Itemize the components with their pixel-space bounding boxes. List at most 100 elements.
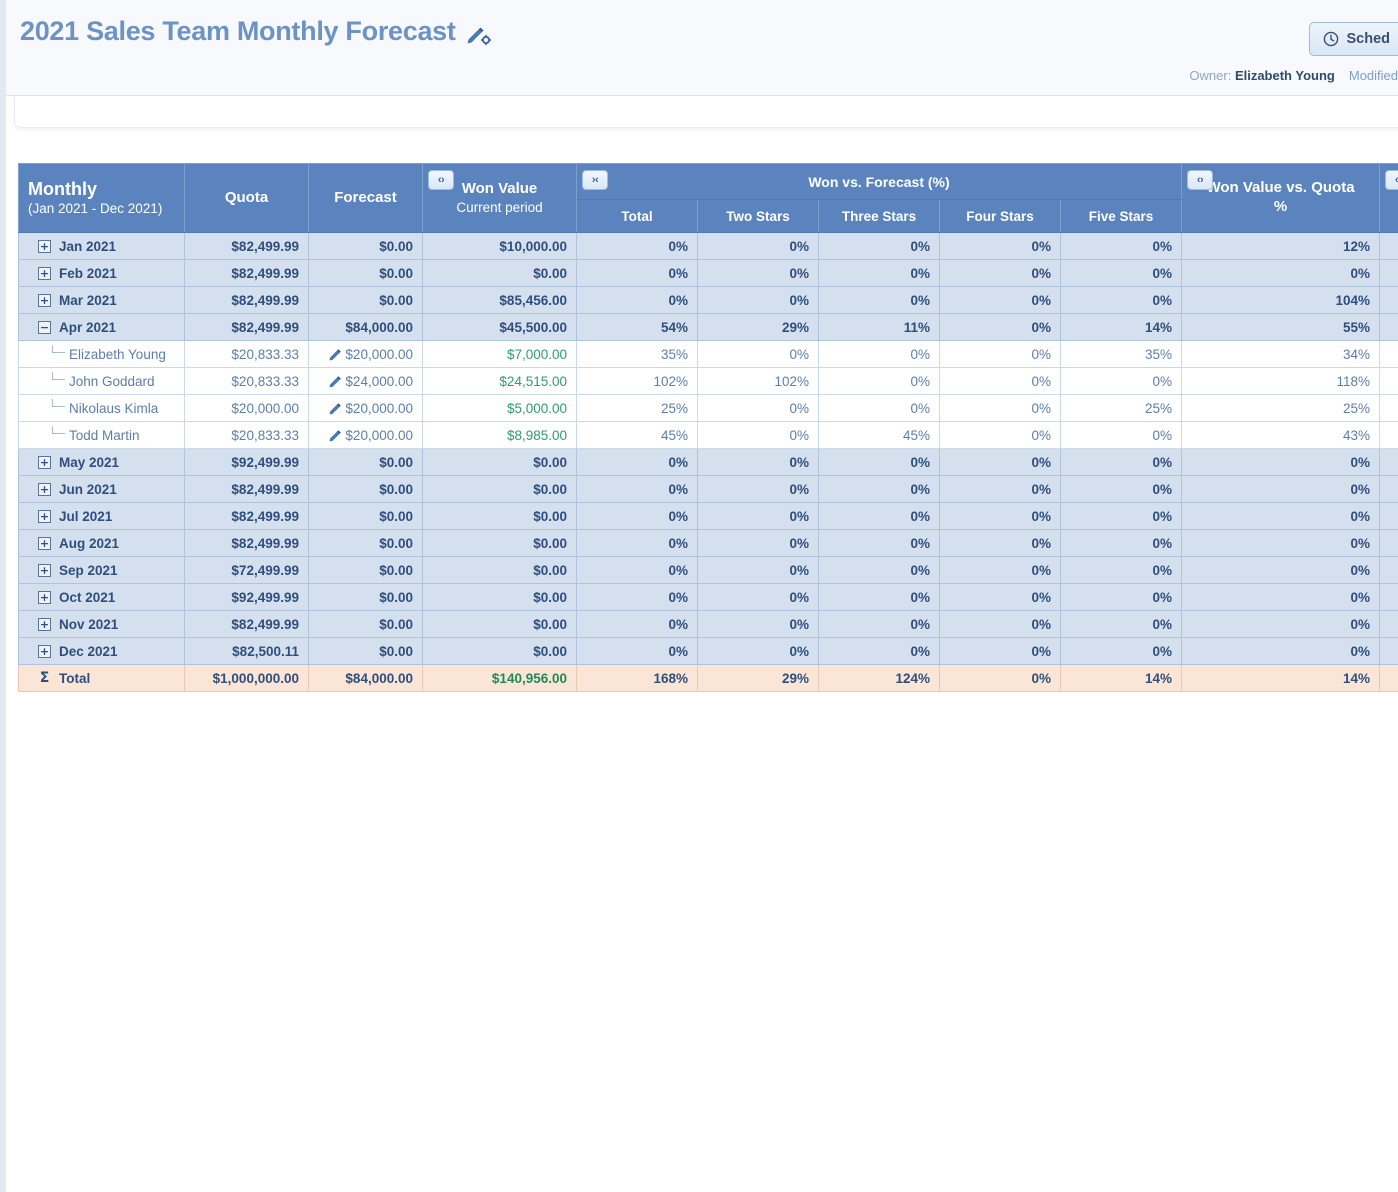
table-row-month[interactable]: −Apr 2021$82,499.99$84,000.00$45,500.005… [19,314,1398,341]
cell-wvf-three-stars: 0% [819,233,940,260]
pencil-icon[interactable] [329,429,342,442]
total-row[interactable]: ΣTotal$1,000,000.00$84,000.00$140,956.00… [19,665,1398,692]
cell-wvf-three-stars: 0% [819,395,940,422]
expand-chip-won-vs-quota[interactable]: ‹› [1187,170,1213,190]
cell-wvf-two-stars: 0% [698,611,819,638]
table-row-child[interactable]: └─Elizabeth Young$20,833.33$20,000.00$7,… [19,341,1398,368]
cell-wvf-five-stars: 0% [1061,476,1182,503]
table-row-month[interactable]: +Sep 2021$72,499.99$0.00$0.000%0%0%0%0%0… [19,557,1398,584]
cell-forecast-value: $0.00 [379,239,413,254]
cell-row-label[interactable]: + Oct 2021 [19,584,185,611]
cell-row-label[interactable]: +Dec 2021 [19,638,185,665]
cell-forecast[interactable]: $0.00 [309,260,423,287]
cell-row-label[interactable]: +May 2021 [19,449,185,476]
schedule-button[interactable]: Sched [1309,22,1398,56]
cell-wvf-three-stars: 0% [819,368,940,395]
expand-chip-open-value[interactable]: ‹› [1385,170,1398,190]
table-row-month[interactable]: +May 2021$92,499.99$0.00$0.000%0%0%0%0%0… [19,449,1398,476]
expand-icon[interactable]: + [38,510,51,523]
pencil-icon[interactable] [329,375,342,388]
modified-label: Modified [1349,68,1398,83]
table-row-child[interactable]: └─John Goddard$20,833.33$24,000.00$24,51… [19,368,1398,395]
cell-row-label[interactable]: +Jul 2021 [19,503,185,530]
cell-forecast[interactable]: $20,000.00 [309,341,423,368]
cell-open-value: $289,336.3 [1380,665,1398,692]
cell-open-value: $0.0 [1380,530,1398,557]
cell-row-label[interactable]: +Sep 2021 [19,557,185,584]
expand-icon[interactable]: + [38,618,51,631]
cell-forecast[interactable]: $84,000.00 [309,665,423,692]
pencil-icon[interactable] [329,402,342,415]
expand-icon[interactable]: + [38,537,51,550]
cell-forecast[interactable]: $0.00 [309,503,423,530]
cell-row-label[interactable]: +Aug 2021 [19,530,185,557]
expand-icon[interactable]: + [38,591,51,604]
cell-wvf-two-stars: 102% [698,368,819,395]
collapse-chip-won-vs-forecast[interactable]: ›‹ [582,170,608,190]
row-label-text: Oct 2021 [59,590,115,605]
table-row-month[interactable]: +Jun 2021$82,499.99$0.00$0.000%0%0%0%0%0… [19,476,1398,503]
cell-wvf-five-stars: 35% [1061,341,1182,368]
table-row-month[interactable]: +Feb 2021$82,499.99$0.00$0.000%0%0%0%0%0… [19,260,1398,287]
cell-forecast[interactable]: $0.00 [309,530,423,557]
cell-wvf-three-stars: 0% [819,611,940,638]
grid-header-row-top: Monthly (Jan 2021 - Dec 2021) Quota Fore… [19,164,1398,200]
cell-row-label[interactable]: −Apr 2021 [19,314,185,341]
cell-wvf-three-stars: 124% [819,665,940,692]
table-row-month[interactable]: +Jan 2021$82,499.99$0.00$10,000.000%0%0%… [19,233,1398,260]
expand-icon[interactable]: + [38,267,51,280]
table-row-child[interactable]: └─Nikolaus Kimla$20,000.00$20,000.00$5,0… [19,395,1398,422]
cell-wvf-total: 102% [577,368,698,395]
cell-forecast[interactable]: $0.00 [309,476,423,503]
pencil-icon[interactable] [329,348,342,361]
cell-forecast-value: $20,000.00 [345,401,413,416]
cell-open-value: $32,895.0 [1380,341,1398,368]
expand-chip-won-value[interactable]: ‹› [428,170,454,190]
cell-forecast[interactable]: $0.00 [309,449,423,476]
cell-row-label[interactable]: +Jun 2021 [19,476,185,503]
row-label-text: John Goddard [69,374,155,389]
tree-branch-icon: └─ [48,373,61,385]
cell-won-value: $0.00 [423,449,577,476]
expand-icon[interactable]: + [38,645,51,658]
cell-forecast-value: $0.00 [379,266,413,281]
pencil-gear-icon[interactable] [466,23,492,47]
cell-row-label[interactable]: +Mar 2021 [19,287,185,314]
table-row-child[interactable]: └─Todd Martin$20,833.33$20,000.00$8,985.… [19,422,1398,449]
cell-forecast[interactable]: $0.00 [309,638,423,665]
cell-forecast[interactable]: $20,000.00 [309,395,423,422]
table-row-month[interactable]: +Aug 2021$82,499.99$0.00$0.000%0%0%0%0%0… [19,530,1398,557]
cell-wvf-two-stars: 0% [698,638,819,665]
cell-forecast[interactable]: $84,000.00 [309,314,423,341]
cell-quota: $20,833.33 [185,422,309,449]
expand-icon[interactable]: + [38,456,51,469]
table-row-month[interactable]: +Nov 2021$82,499.99$0.00$0.000%0%0%0%0%0… [19,611,1398,638]
cell-row-label[interactable]: +Feb 2021 [19,260,185,287]
expand-icon[interactable]: + [38,564,51,577]
cell-row-label[interactable]: +Jan 2021 [19,233,185,260]
expand-icon[interactable]: + [38,483,51,496]
table-row-month[interactable]: +Dec 2021$82,500.11$0.00$0.000%0%0%0%0%0… [19,638,1398,665]
cell-forecast[interactable]: $0.00 [309,557,423,584]
cell-forecast[interactable]: $0.00 [309,611,423,638]
cell-forecast[interactable]: $20,000.00 [309,422,423,449]
collapse-icon[interactable]: − [38,321,51,334]
cell-row-label[interactable]: ΣTotal [19,665,185,692]
cell-wvf-four-stars: 0% [940,233,1061,260]
cell-open-value: $0.0 [1380,584,1398,611]
expand-icon[interactable]: + [38,240,51,253]
cell-forecast[interactable]: $24,000.00 [309,368,423,395]
cell-forecast[interactable]: $0.00 [309,584,423,611]
cell-quota: $82,499.99 [185,260,309,287]
cell-row-label[interactable]: └─ John Goddard [19,368,185,395]
expand-icon[interactable]: + [38,294,51,307]
cell-forecast[interactable]: $0.00 [309,287,423,314]
table-row-month[interactable]: +Oct 2021$92,499.99$0.00$0.000%0%0%0%0%0… [19,584,1398,611]
cell-forecast[interactable]: $0.00 [309,233,423,260]
cell-row-label[interactable]: └─Elizabeth Young [19,341,185,368]
cell-row-label[interactable]: └─Nikolaus Kimla [19,395,185,422]
cell-row-label[interactable]: +Nov 2021 [19,611,185,638]
table-row-month[interactable]: +Mar 2021$82,499.99$0.00$85,456.000%0%0%… [19,287,1398,314]
cell-row-label[interactable]: └─Todd Martin [19,422,185,449]
table-row-month[interactable]: +Jul 2021$82,499.99$0.00$0.000%0%0%0%0%0… [19,503,1398,530]
